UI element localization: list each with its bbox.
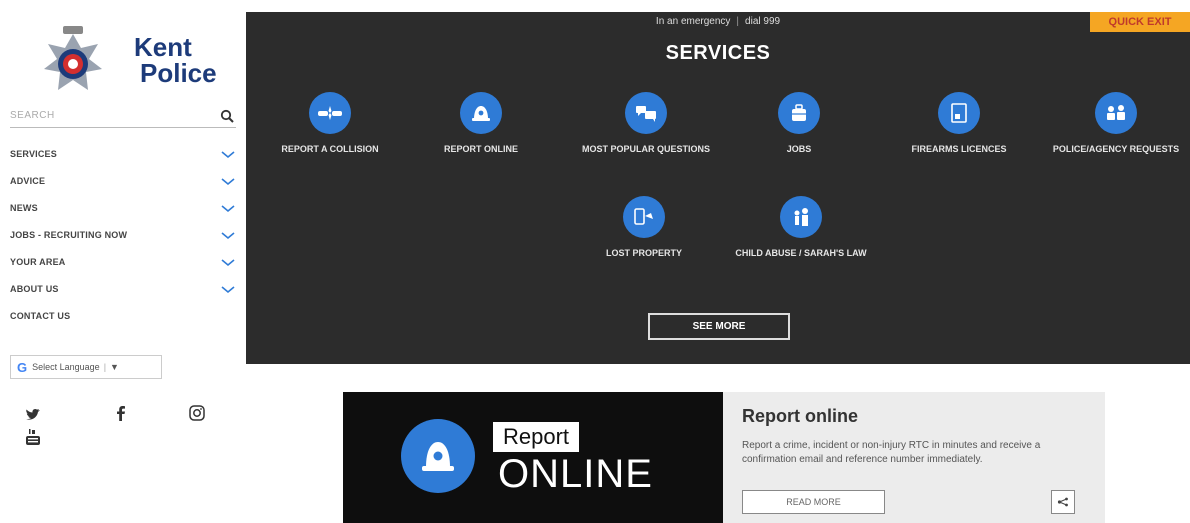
police-helmet-icon	[401, 419, 475, 493]
main-nav: SERVICES ADVICE NEWS JOBS - RECRUITING N…	[10, 140, 236, 329]
police-helmet-icon	[460, 92, 502, 134]
language-selector[interactable]: G Select Language | ▼	[10, 355, 162, 379]
tile-label: POLICE/AGENCY REQUESTS	[1052, 144, 1180, 154]
tile-label: REPORT A COLLISION	[281, 144, 379, 154]
tile-label: CHILD ABUSE / SARAH'S LAW	[735, 248, 867, 258]
google-icon: G	[17, 359, 28, 375]
report-online-card: Report ONLINE Report online Report a cri…	[343, 392, 1105, 523]
service-tile-lost-property[interactable]: LOST PROPERTY	[574, 196, 714, 260]
police-star-badge-icon	[44, 26, 102, 90]
service-tile-report-online[interactable]: REPORT ONLINE	[411, 92, 551, 156]
nav-item-jobs[interactable]: JOBS - RECRUITING NOW	[10, 221, 236, 248]
emergency-banner: In an emergency | dial 999	[246, 16, 1190, 27]
chevron-down-icon[interactable]	[220, 284, 236, 294]
search-input[interactable]	[10, 110, 190, 121]
nav-item-advice[interactable]: ADVICE	[10, 167, 236, 194]
service-tile-jobs[interactable]: JOBS	[729, 92, 869, 156]
search-bar	[10, 104, 236, 128]
tile-label: JOBS	[786, 144, 812, 154]
child-adult-icon	[780, 196, 822, 238]
twitter-icon[interactable]	[24, 406, 42, 424]
read-more-button[interactable]: READ MORE	[742, 490, 885, 514]
share-button[interactable]	[1051, 490, 1075, 514]
nav-item-label: YOUR AREA	[10, 256, 66, 267]
share-icon	[1057, 497, 1068, 507]
sidebar: Kent Police SERVICES ADVICE NEWS JOBS - …	[0, 0, 246, 523]
language-label: Select Language	[32, 362, 100, 372]
nav-item-about-us[interactable]: ABOUT US	[10, 275, 236, 302]
nav-item-label: ABOUT US	[10, 283, 59, 294]
nav-item-contact-us[interactable]: CONTACT US	[10, 302, 236, 329]
nav-item-label: ADVICE	[10, 175, 46, 186]
facebook-icon[interactable]	[112, 404, 130, 422]
chat-bubbles-icon	[625, 92, 667, 134]
dial-999-text[interactable]: dial 999	[745, 16, 780, 27]
divider: |	[736, 16, 740, 27]
lost-phone-icon	[623, 196, 665, 238]
chevron-down-icon[interactable]	[220, 176, 236, 186]
see-more-button[interactable]: SEE MORE	[648, 313, 790, 340]
service-tile-child-abuse[interactable]: CHILD ABUSE / SARAH'S LAW	[731, 196, 871, 260]
chevron-down-icon[interactable]	[220, 203, 236, 213]
nav-item-your-area[interactable]: YOUR AREA	[10, 248, 236, 275]
card-title: Report online	[742, 406, 858, 426]
nav-item-label: NEWS	[10, 202, 38, 213]
social-links	[24, 404, 224, 454]
banner-report-text: Report	[493, 422, 580, 452]
document-icon	[938, 92, 980, 134]
briefcase-icon	[778, 92, 820, 134]
services-panel: In an emergency | dial 999 QUICK EXIT SERV…	[246, 12, 1190, 364]
tile-label: REPORT ONLINE	[443, 144, 518, 154]
nav-item-news[interactable]: NEWS	[10, 194, 236, 221]
nav-item-services[interactable]: SERVICES	[10, 140, 236, 167]
brand-line-2: Police	[140, 58, 217, 88]
services-title: SERVICES	[665, 42, 771, 64]
youtube-icon[interactable]	[24, 428, 42, 446]
search-icon[interactable]	[220, 109, 234, 123]
brand-line-1: Kent	[134, 32, 192, 62]
tile-label: FIREARMS LICENCES	[911, 144, 1007, 154]
quick-exit-button[interactable]: QUICK EXIT	[1090, 12, 1190, 32]
collision-icon	[309, 92, 351, 134]
service-tile-report-collision[interactable]: REPORT A COLLISION	[260, 92, 400, 156]
chevron-down-icon[interactable]	[220, 230, 236, 240]
tile-label: MOST POPULAR QUESTIONS	[581, 144, 710, 154]
nav-item-label: JOBS - RECRUITING NOW	[10, 229, 128, 240]
report-online-banner[interactable]: Report ONLINE	[343, 392, 723, 523]
service-tile-police-agency-requests[interactable]: POLICE/AGENCY REQUESTS	[1046, 92, 1186, 156]
nav-item-label: CONTACT US	[10, 310, 71, 321]
card-description: Report a crime, incident or non-injury R…	[742, 440, 1041, 465]
instagram-icon[interactable]	[188, 404, 206, 422]
service-tile-firearms-licences[interactable]: FIREARMS LICENCES	[889, 92, 1029, 156]
emergency-text: In an emergency	[655, 16, 731, 27]
chevron-down-icon[interactable]	[220, 149, 236, 159]
divider: |	[103, 362, 107, 372]
dropdown-arrow-icon: ▼	[110, 362, 119, 372]
people-icon	[1095, 92, 1137, 134]
tile-label: LOST PROPERTY	[605, 248, 682, 258]
chevron-down-icon[interactable]	[220, 257, 236, 267]
service-tile-popular-questions[interactable]: MOST POPULAR QUESTIONS	[576, 92, 716, 156]
nav-item-label: SERVICES	[10, 148, 57, 159]
brand-name: Kent Police	[134, 34, 217, 86]
banner-online-text: ONLINE	[498, 452, 653, 496]
kent-police-logo[interactable]: Kent Police	[26, 24, 226, 99]
